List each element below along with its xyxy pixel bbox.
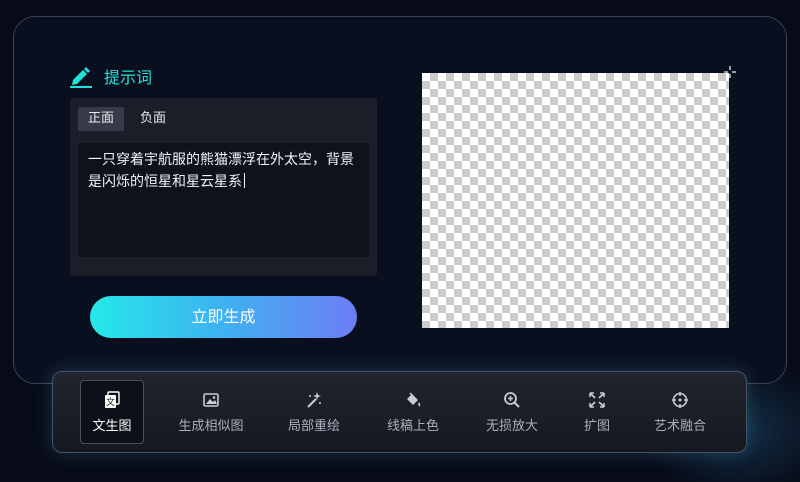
prompt-textarea[interactable]: 一只穿着宇航服的熊猫漂浮在外太空，背景是闪烁的恒星和星云星系 [78,143,369,257]
tab-positive[interactable]: 正面 [78,107,125,131]
text-to-image-icon: 文 [105,390,120,408]
prompt-text: 一只穿着宇航服的熊猫漂浮在外太空，背景是闪烁的恒星和星云星系 [88,152,354,190]
tool-lossless-upscale[interactable]: 无损放大 [477,380,547,444]
generate-button[interactable]: 立即生成 [90,296,357,338]
prompt-header: 提示词 [68,64,152,88]
crosshair-cursor-icon [724,66,736,78]
tab-negative[interactable]: 负面 [130,107,176,131]
tool-text-to-image[interactable]: 文 文生图 [80,380,144,444]
tool-label: 无损放大 [485,418,538,434]
prompt-title: 提示词 [104,68,153,87]
expand-icon [589,391,605,408]
prompt-box: 正面 负面 一只穿着宇航服的熊猫漂浮在外太空，背景是闪烁的恒星和星云星系 [70,98,377,276]
image-icon [203,392,219,407]
tool-lineart-color[interactable]: 线稿上色 [378,380,448,444]
tool-label: 线稿上色 [386,418,439,434]
svg-text:文: 文 [106,396,115,408]
tool-label: 扩图 [583,418,610,434]
tool-label: 艺术融合 [653,418,706,434]
tool-label: 文生图 [92,418,132,434]
prompt-tabs: 正面 负面 [78,107,176,131]
tool-label: 生成相似图 [178,418,244,434]
pencil-icon [70,67,92,88]
feature-toolbar: 文 文生图 生成相似图 局部重绘 线稿上色 无损放大 扩图 艺术融合 [52,371,747,453]
text-caret [244,173,245,188]
image-canvas [422,73,729,328]
tool-label: 局部重绘 [287,418,340,434]
zoom-in-icon [504,391,520,408]
magic-wand-icon [307,391,321,408]
tool-generate-similar[interactable]: 生成相似图 [169,380,253,444]
tool-art-fusion[interactable]: 艺术融合 [645,380,715,444]
paint-bucket-icon [407,391,421,406]
tool-expand[interactable]: 扩图 [576,380,618,444]
tool-inpaint[interactable]: 局部重绘 [279,380,349,444]
crosshair-target-icon [672,391,688,408]
